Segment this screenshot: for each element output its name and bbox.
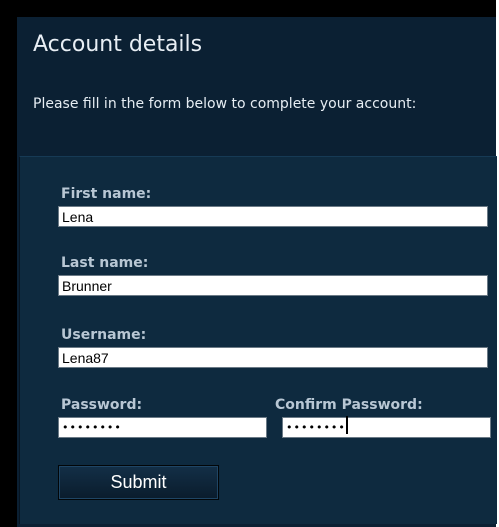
- last-name-label: Last name:: [61, 255, 149, 271]
- first-name-field[interactable]: [58, 206, 488, 227]
- username-field[interactable]: [58, 347, 488, 368]
- page-title: Account details: [33, 32, 203, 57]
- intro-text: Please fill in the form below to complet…: [33, 96, 417, 112]
- password-field[interactable]: [58, 417, 267, 438]
- text-cursor: [346, 416, 348, 434]
- submit-button[interactable]: Submit: [58, 465, 219, 500]
- username-label: Username:: [61, 327, 147, 343]
- confirm-password-label: Confirm Password:: [275, 397, 423, 413]
- page-frame: Account details Please fill in the form …: [0, 0, 497, 527]
- password-label: Password:: [61, 397, 143, 413]
- first-name-label: First name:: [61, 186, 152, 202]
- last-name-field[interactable]: [58, 275, 488, 296]
- account-details-panel: Account details Please fill in the form …: [17, 17, 497, 527]
- confirm-password-field[interactable]: [282, 417, 491, 438]
